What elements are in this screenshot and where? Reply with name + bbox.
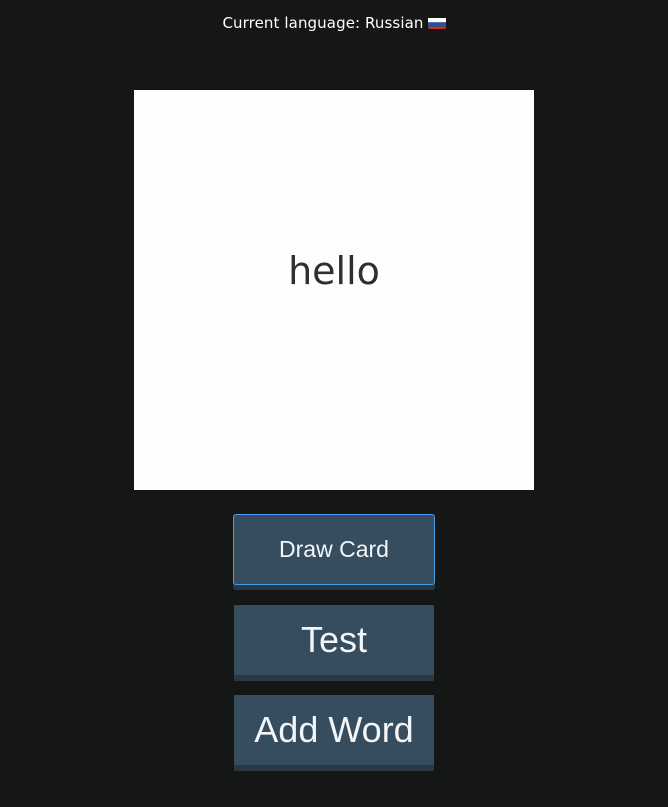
flashcard[interactable]: hello bbox=[134, 90, 534, 490]
current-language-text: Current language: Russian bbox=[222, 14, 424, 32]
current-language-label: Current language: Russian bbox=[0, 13, 668, 33]
test-button[interactable]: Test bbox=[234, 605, 434, 675]
draw-card-button[interactable]: Draw Card bbox=[233, 514, 435, 585]
russia-flag-icon bbox=[427, 16, 446, 29]
flashcard-word: hello bbox=[288, 249, 380, 293]
add-word-button[interactable]: Add Word bbox=[234, 695, 434, 765]
